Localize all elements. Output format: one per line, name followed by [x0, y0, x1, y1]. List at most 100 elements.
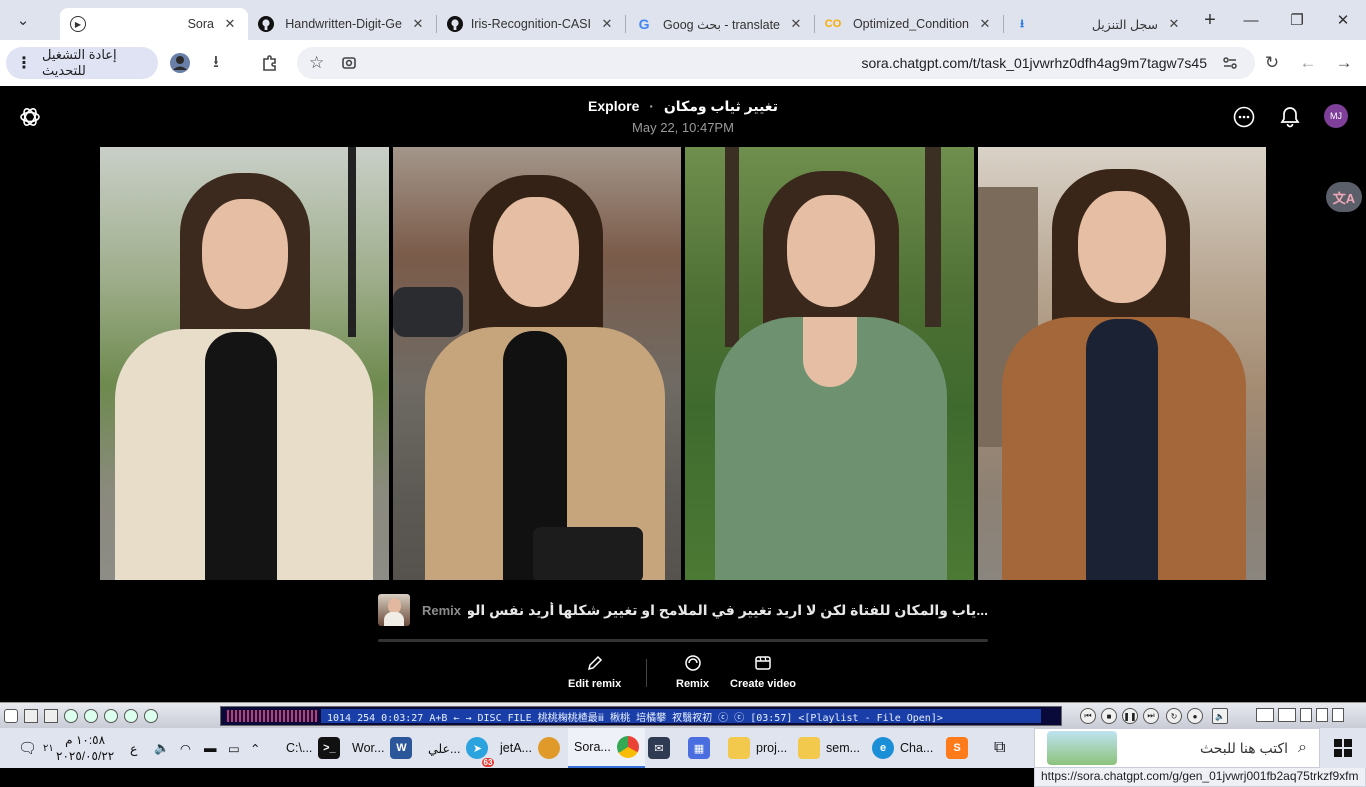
- eject-button[interactable]: ●: [1187, 708, 1203, 724]
- minimize-icon: —: [1243, 11, 1259, 29]
- input-language-indicator[interactable]: ع: [130, 728, 137, 768]
- translate-extension-button[interactable]: 文A: [1326, 182, 1362, 212]
- close-icon[interactable]: ✕: [1166, 16, 1182, 32]
- deskbar-tool-icon[interactable]: [84, 709, 98, 723]
- deskbar-tool-icon[interactable]: [24, 709, 38, 723]
- taskbar-app-explorer-proj[interactable]: proj...: [728, 728, 787, 768]
- deskbar-min-icon[interactable]: [1300, 708, 1312, 722]
- generated-image[interactable]: [100, 147, 389, 580]
- tab-google-search[interactable]: ✕ translate - بحث Goog G: [626, 8, 814, 40]
- close-window-button[interactable]: ✕: [1320, 0, 1366, 40]
- start-button[interactable]: [1320, 728, 1366, 768]
- chevron-up-icon: ⌃: [250, 741, 261, 756]
- tab-github-iris[interactable]: ✕ Iris-Recognition-CASI: [437, 8, 625, 40]
- restart-to-update-button[interactable]: ⋮ إعادة التشغيل للتحديث: [6, 47, 158, 79]
- app-icon: [537, 737, 560, 759]
- taskbar-app-label: proj...: [756, 741, 788, 755]
- taskbar-app-chrome[interactable]: Sora...: [568, 728, 645, 768]
- tab-sora[interactable]: ✕ Sora ▶: [60, 8, 248, 40]
- github-icon: [258, 16, 274, 32]
- close-icon[interactable]: ✕: [599, 16, 615, 32]
- repeat-button[interactable]: ↻: [1166, 708, 1182, 724]
- pause-button[interactable]: ❚❚: [1122, 708, 1138, 724]
- tray-icon[interactable]: ▭: [228, 728, 240, 768]
- previous-icon: ⏮: [1084, 711, 1092, 720]
- deskbar-tool-icon[interactable]: [4, 709, 18, 723]
- notifications-button[interactable]: [1278, 105, 1302, 129]
- stop-button[interactable]: ■: [1101, 708, 1117, 724]
- tab-github-digit[interactable]: ✕ Handwritten-Digit-Ge: [248, 8, 436, 40]
- new-tab-button[interactable]: +: [1192, 9, 1228, 32]
- tray-wifi[interactable]: ◠: [180, 728, 191, 768]
- generated-image[interactable]: [392, 147, 681, 580]
- tab-downloads[interactable]: ✕ سجل التنزيل ⭳: [1004, 8, 1192, 40]
- windows-logo-icon: [1334, 739, 1352, 757]
- prompt-text[interactable]: ...ياب والمكان للفتاة لكن لا اريد تغيير …: [468, 602, 988, 619]
- edit-remix-button[interactable]: Edit remix: [568, 654, 621, 690]
- deskbar-tool-icon[interactable]: [44, 709, 58, 723]
- taskbar-app-telegram[interactable]: علي... ➤ 63: [428, 728, 495, 768]
- close-icon[interactable]: ✕: [788, 16, 804, 32]
- show-hidden-icons-button[interactable]: ⌃: [250, 728, 260, 768]
- taskbar-app-label: C:\...: [286, 741, 313, 755]
- deskbar-mode-icon[interactable]: [1256, 708, 1274, 722]
- taskbar-app-sublime[interactable]: S: [946, 728, 968, 768]
- folder-icon: [728, 737, 750, 759]
- close-icon[interactable]: ✕: [222, 16, 238, 32]
- remix-label: Remix: [676, 678, 710, 690]
- profile-avatar[interactable]: [168, 51, 192, 75]
- taskbar-app-explorer-sem[interactable]: sem...: [798, 728, 860, 768]
- back-button[interactable]: ←: [1296, 51, 1320, 75]
- media-play-icon[interactable]: ▶: [70, 16, 86, 32]
- minimize-window-button[interactable]: —: [1228, 0, 1274, 40]
- bookmark-star-icon[interactable]: ☆: [309, 53, 324, 73]
- volume-button[interactable]: 🔈: [1212, 708, 1228, 724]
- user-avatar[interactable]: MJ: [1324, 104, 1348, 128]
- forward-button[interactable]: →: [1332, 51, 1356, 75]
- source-image-thumbnail[interactable]: [378, 594, 410, 626]
- previous-track-button[interactable]: ⏮: [1080, 708, 1096, 724]
- close-icon[interactable]: ✕: [977, 16, 993, 32]
- taskbar-app-jet[interactable]: jetA...: [500, 728, 560, 768]
- generated-image[interactable]: [685, 147, 974, 580]
- taskbar-app-terminal[interactable]: C:\... >_: [286, 728, 341, 768]
- puzzle-icon: [263, 55, 276, 71]
- downloads-button[interactable]: ⭳: [204, 51, 228, 75]
- deskbar-mode-icon[interactable]: [1278, 708, 1296, 722]
- more-options-button[interactable]: [1232, 105, 1256, 129]
- generated-image[interactable]: [977, 147, 1266, 580]
- taskbar-app-edge[interactable]: e Cha...: [872, 728, 933, 768]
- deskbar-tool-icon[interactable]: [64, 709, 78, 723]
- deskbar-tool-icon[interactable]: [144, 709, 158, 723]
- deskbar-tool-icon[interactable]: [124, 709, 138, 723]
- restore-window-button[interactable]: ❐: [1274, 0, 1320, 40]
- extensions-button[interactable]: [258, 51, 282, 75]
- tray-volume[interactable]: 🔈: [154, 728, 170, 768]
- create-video-button[interactable]: Create video: [730, 654, 796, 690]
- site-settings-icon[interactable]: [1221, 54, 1239, 77]
- address-bar[interactable]: ☆ sora.chatgpt.com/t/task_01jvwrhz0dfh4a…: [297, 47, 1255, 79]
- deskbar-close-icon[interactable]: [1332, 708, 1344, 722]
- explore-link[interactable]: Explore: [588, 98, 639, 114]
- task-view-button[interactable]: ⧉: [994, 728, 1005, 768]
- taskbar-search[interactable]: ⌕ اكتب هنا للبحث: [1034, 728, 1320, 768]
- repeat-icon: ↻: [1170, 711, 1178, 721]
- tray-battery[interactable]: ▬: [204, 728, 217, 768]
- close-icon[interactable]: ✕: [410, 16, 426, 32]
- remix-button[interactable]: Remix: [676, 654, 709, 690]
- next-track-button[interactable]: ⏭: [1143, 708, 1159, 724]
- action-center-button[interactable]: 🗨 ٢١: [18, 728, 54, 768]
- tab-colab[interactable]: ✕ Optimized_Condition CO: [815, 8, 1003, 40]
- media-player: 1014 254 0:03:27 A+B ← → DISC FILE 桃桃椈桃楂…: [220, 706, 1062, 726]
- next-icon: ⏭: [1147, 711, 1155, 720]
- profile-icon: [170, 53, 190, 73]
- reload-button[interactable]: ↻: [1260, 51, 1284, 75]
- tab-search-button[interactable]: ⌄: [0, 0, 46, 40]
- taskbar-app-word[interactable]: Wor... W: [352, 728, 413, 768]
- taskbar-app-store[interactable]: ▦: [688, 728, 710, 768]
- deskbar-max-icon[interactable]: [1316, 708, 1328, 722]
- taskbar-clock[interactable]: ١٠:٥٨ م ٢٠٢٥/٠٥/٢٢: [56, 732, 114, 764]
- taskbar-app-mail[interactable]: ✉: [648, 728, 670, 768]
- deskbar-tool-icon[interactable]: [104, 709, 118, 723]
- lens-icon[interactable]: [341, 54, 359, 77]
